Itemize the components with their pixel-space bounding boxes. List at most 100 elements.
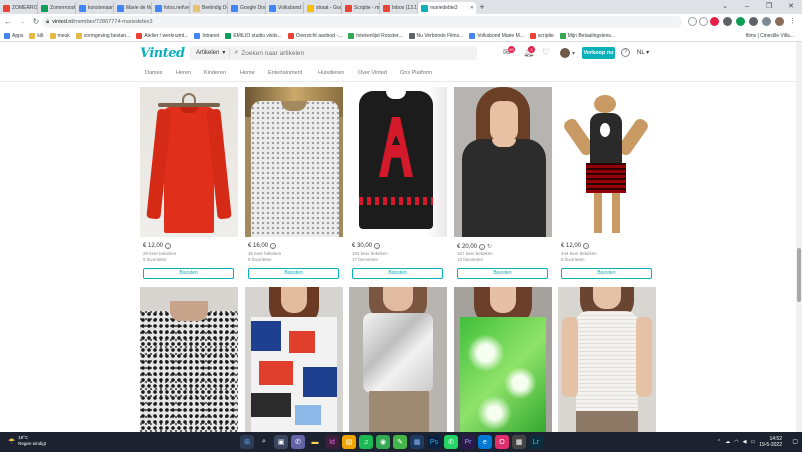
search-category-select[interactable]: Artikelen ▾ [190, 48, 231, 58]
address-bar[interactable]: 🔒︎ vinted.nl/member/72867774-mariedebie3 [42, 16, 682, 28]
search-icon[interactable]: ⌕ [257, 435, 271, 449]
extension-grammar-icon[interactable] [736, 17, 745, 26]
boost-button[interactable]: Boosten [352, 268, 443, 279]
info-icon[interactable]: i [583, 243, 590, 249]
lightroom-icon[interactable]: Lr [529, 435, 543, 449]
item-card[interactable]: € 12,00 i 444 keer bekeken 8 favorieten B… [558, 87, 656, 279]
whatsapp-icon[interactable]: ✆ [444, 435, 458, 449]
item-card[interactable] [245, 287, 343, 432]
edge-icon[interactable]: e [478, 435, 492, 449]
browser-tab[interactable]: Google Docs [228, 2, 266, 14]
browser-tab[interactable]: Zomerrooste [38, 2, 76, 14]
item-card[interactable]: € 20,00 i ↻ 167 keer bekeken 10 favorieten… [454, 87, 552, 279]
nav-item-over-vinted[interactable]: Over Vinted [358, 70, 387, 76]
bookmark-item[interactable]: Intekenlijst Rooster... [348, 32, 403, 39]
page-scrollbar-track[interactable] [796, 42, 802, 432]
item-card[interactable] [349, 287, 447, 432]
item-photo-satin-top[interactable] [349, 287, 447, 432]
reload-icon[interactable]: ↻ [30, 16, 42, 28]
item-card[interactable]: € 30,00 i 104 keer bekeken 17 favorieten … [349, 87, 447, 279]
evernote-icon[interactable]: ✎ [393, 435, 407, 449]
item-photo-white-knit-vest[interactable] [558, 287, 656, 432]
sidebar-icon[interactable] [762, 17, 771, 26]
premiere-icon[interactable]: Pr [461, 435, 475, 449]
back-icon[interactable]: ← [2, 16, 14, 28]
info-icon[interactable]: i [270, 243, 277, 249]
chevron-down-icon[interactable]: ▾ [572, 50, 575, 59]
item-photo-floral-dress[interactable] [140, 287, 238, 432]
bookmark-item[interactable]: EMILIO studio visits... [225, 32, 282, 39]
item-card[interactable] [454, 287, 552, 432]
browser-tab[interactable]: Inbox (13.16) [380, 2, 418, 14]
close-window-button[interactable]: ✕ [780, 0, 802, 14]
bookmark-overflow[interactable]: films | Cinecille Villa... [746, 30, 794, 42]
browser-tab[interactable]: fotos.net\vel [152, 2, 190, 14]
battery-icon[interactable]: ▭ [750, 439, 755, 445]
item-photo-letter-a-sweater[interactable] [349, 87, 447, 237]
cloud-icon[interactable]: ☁ [725, 439, 730, 445]
browser-tab[interactable]: Beëindig De I [190, 2, 228, 14]
weather-widget[interactable]: ☂ 18°C Regen eindigt [8, 435, 46, 447]
browser-tab[interactable]: ZOMERROO [0, 2, 38, 14]
file-explorer-icon[interactable]: ▬ [308, 435, 322, 449]
item-card[interactable]: € 12,00 i 20 keer bekeken 6 favorieten Bo… [140, 87, 238, 279]
browser-tab[interactable]: konstenaam [76, 2, 114, 14]
language-select[interactable]: NL ▾ [637, 49, 649, 56]
chat-icon[interactable]: ✆ [291, 435, 305, 449]
browser-tab[interactable]: straat - Goog [304, 2, 342, 14]
sell-now-button[interactable]: Verkoop nu [582, 47, 615, 59]
page-scrollbar-thumb[interactable] [797, 248, 801, 302]
wifi-icon[interactable]: ◠ [734, 439, 738, 445]
bookmark-item[interactable]: vormgeving bestan... [75, 32, 130, 39]
calculator-icon[interactable]: ▦ [512, 435, 526, 449]
favorites-heart-icon[interactable]: ♡ [542, 48, 550, 57]
profile-avatar[interactable] [775, 17, 784, 26]
close-tab-icon[interactable]: ✕ [470, 5, 476, 11]
bookmark-item[interactable]: meuk [49, 32, 70, 39]
nav-item-entertainment[interactable]: Entertainment [268, 70, 302, 76]
bookmark-item[interactable]: Intranet [194, 32, 219, 39]
search-input[interactable] [238, 49, 477, 57]
spotify-icon[interactable]: ♫ [359, 435, 373, 449]
nav-item-huisdieren[interactable]: Huisdieren [318, 70, 344, 76]
boost-button[interactable]: Boosten [561, 268, 652, 279]
bookmark-item[interactable]: Atelier / werkruimt... [136, 32, 188, 39]
new-tab-button[interactable]: + [476, 2, 488, 14]
task-view-icon[interactable]: ▣ [274, 435, 288, 449]
bookmark-star-icon[interactable] [699, 17, 708, 26]
opera-icon[interactable]: O [495, 435, 509, 449]
item-card[interactable] [140, 287, 238, 432]
nav-item-home[interactable]: Home [240, 70, 255, 76]
menu-icon[interactable]: ⋮ [788, 17, 797, 26]
nav-item-dames[interactable]: Dames [145, 70, 162, 76]
bookmark-item[interactable]: Mijn Betaalingslens... [559, 32, 615, 39]
browser-tab[interactable]: Scriptie - mar [342, 2, 380, 14]
boost-button[interactable]: Boosten [248, 268, 339, 279]
item-photo-mannequin-dress[interactable] [558, 87, 656, 237]
item-photo-colorblock-top[interactable] [245, 287, 343, 432]
browser-tab[interactable]: Volksbond M [266, 2, 304, 14]
item-card[interactable]: € 16,00 i 35 keer bekeken 9 favorieten Bo… [245, 87, 343, 279]
maximize-button[interactable]: ❐ [758, 0, 780, 14]
item-photo-black-sweater[interactable] [454, 87, 552, 237]
boost-button[interactable]: Boosten [143, 268, 234, 279]
boost-button[interactable]: Boosten [457, 268, 548, 279]
minimize-button[interactable]: – [736, 0, 758, 14]
notification-center-icon[interactable]: ▢ [792, 438, 798, 445]
vinted-logo[interactable]: Vinted [140, 46, 185, 61]
bookmark-item[interactable]: Overzicht aanbod -... [287, 32, 342, 39]
browser-tab[interactable]: mariedebie3 ✕ [418, 2, 476, 14]
bookmark-item[interactable]: Nu Verbonde Films... [408, 32, 463, 39]
photos-icon[interactable]: ▦ [410, 435, 424, 449]
extensions-puzzle-icon[interactable] [749, 17, 758, 26]
nav-item-kinderen[interactable]: Kinderen [204, 70, 226, 76]
bookmark-item[interactable]: scriptie [529, 32, 554, 39]
tray-overflow-icon[interactable]: ⌃ [717, 439, 721, 445]
bookmark-item[interactable]: Volksbond Marie M... [469, 32, 524, 39]
nav-item-ons-platform[interactable]: Ons Platform [400, 70, 432, 76]
bookmark-item[interactable]: kilt [29, 32, 44, 39]
info-icon[interactable]: i [374, 243, 381, 249]
item-photo-tie-dye-shirt[interactable] [454, 287, 552, 432]
item-card[interactable] [558, 287, 656, 432]
chrome-icon[interactable]: ◉ [376, 435, 390, 449]
